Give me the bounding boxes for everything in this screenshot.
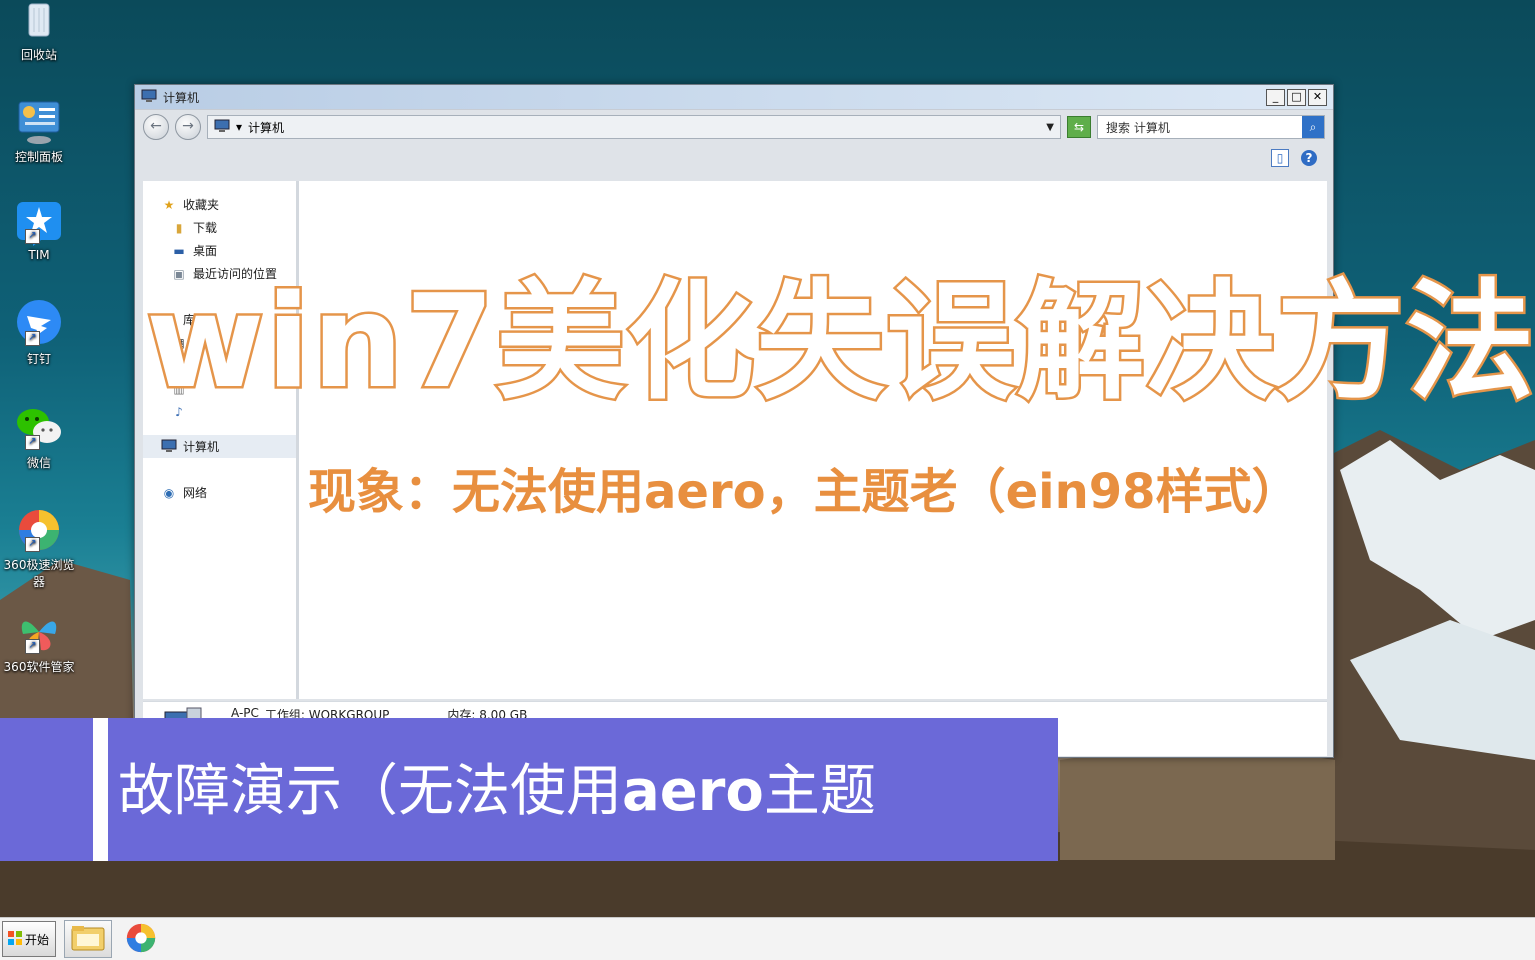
computer-icon xyxy=(214,119,230,136)
window-titlebar[interactable]: 计算机 _ □ ✕ xyxy=(135,85,1333,110)
breadcrumb-chevron-icon[interactable]: ▾ xyxy=(236,120,242,134)
downloads-folder-icon: ▮ xyxy=(175,220,183,235)
forward-arrow-icon: → xyxy=(182,118,194,134)
banner-accent-bar xyxy=(93,718,108,861)
maximize-button[interactable]: □ xyxy=(1287,88,1306,106)
minimize-button[interactable]: _ xyxy=(1266,88,1285,106)
forward-button[interactable]: → xyxy=(175,114,201,140)
desktop-icon-360-browser[interactable]: ↗ 360极速浏览器 xyxy=(2,506,76,590)
refresh-icon: ⇆ xyxy=(1073,120,1085,134)
control-panel-icon xyxy=(15,98,63,146)
desktop-icon-label: 钉钉 xyxy=(26,352,51,366)
shortcut-arrow-icon: ↗ xyxy=(25,639,40,654)
taskbar-360-browser[interactable] xyxy=(120,921,162,957)
window-content: ★ 收藏夹 ▮ 下载 ▬ 桌面 ▣ 最近访问的位置 ▤ 库 ▦ ▧ ▥ ♪ 计算… xyxy=(143,181,1327,699)
windows-logo-icon xyxy=(7,930,23,949)
banner-text-part: 故障演示（无法使用 xyxy=(118,759,622,824)
shortcut-arrow-icon: ↗ xyxy=(25,331,40,346)
nav-item-favorites[interactable]: ★ 收藏夹 xyxy=(143,193,296,216)
file-list-pane[interactable] xyxy=(299,181,1327,699)
help-icon[interactable]: ? xyxy=(1301,150,1317,166)
desktop-icon-label: TIM xyxy=(28,248,50,262)
breadcrumb[interactable]: 计算机 xyxy=(248,119,284,136)
dingtalk-icon: ↗ xyxy=(15,300,63,348)
nav-item-downloads[interactable]: ▮ 下载 xyxy=(143,216,296,239)
desktop-icon-label: 控制面板 xyxy=(14,150,63,164)
desktop-icon-control-panel[interactable]: 控制面板 xyxy=(2,98,76,165)
desktop-icon-label: 微信 xyxy=(26,456,51,470)
shortcut-arrow-icon: ↗ xyxy=(25,435,40,450)
window-title: 计算机 xyxy=(163,90,200,105)
nav-item-computer[interactable]: 计算机 xyxy=(143,435,296,458)
desktop-icon-360-software-manager[interactable]: ↗ 360软件管家 xyxy=(2,608,76,675)
start-button[interactable]: 开始 xyxy=(2,921,57,957)
360-browser-icon: ↗ xyxy=(15,506,63,554)
360-software-manager-icon: ↗ xyxy=(15,608,63,656)
desktop-icon-label: 360极速浏览器 xyxy=(3,558,75,589)
overlay-subtitle: 现象：无法使用aero，主题老（ein98样式） xyxy=(307,463,1302,522)
folder-icon xyxy=(71,924,105,955)
tim-icon: ↗ xyxy=(15,198,63,246)
shortcut-arrow-icon: ↗ xyxy=(25,537,40,552)
banner-text: 故障演示（无法使用aero主题 xyxy=(118,762,876,822)
command-bar: ▯ ? xyxy=(135,144,1333,172)
nav-label: 桌面 xyxy=(193,244,218,258)
address-dropdown-icon[interactable]: ▼ xyxy=(1046,122,1054,133)
nav-label: 网络 xyxy=(183,486,208,500)
taskbar: 开始 xyxy=(0,917,1535,960)
refresh-button[interactable]: ⇆ xyxy=(1067,116,1091,138)
back-arrow-icon: ← xyxy=(150,118,162,134)
nav-item-desktop[interactable]: ▬ 桌面 xyxy=(143,239,296,262)
desktop-icon: ▬ xyxy=(173,243,185,258)
360-browser-icon xyxy=(124,921,158,958)
computer-icon xyxy=(141,89,157,106)
nav-label: 计算机 xyxy=(183,440,220,454)
back-button[interactable]: ← xyxy=(143,114,169,140)
desktop-icon-wechat[interactable]: ↗ 微信 xyxy=(2,404,76,471)
address-field[interactable]: ▾ 计算机 ▼ xyxy=(207,115,1061,139)
shortcut-arrow-icon: ↗ xyxy=(25,229,40,244)
computer-icon xyxy=(161,439,177,455)
wechat-icon: ↗ xyxy=(15,404,63,452)
desktop-icon-label: 回收站 xyxy=(20,48,57,62)
explorer-window[interactable]: 计算机 _ □ ✕ ← → ▾ 计算机 ▼ ⇆ 搜索 计算机 ⌕ ▯ ? ★ 收… xyxy=(134,84,1334,758)
taskbar-explorer[interactable] xyxy=(64,920,113,958)
banner-text-part: 主题 xyxy=(763,759,876,824)
desktop-icon-recycle-bin[interactable]: 回收站 xyxy=(2,0,76,63)
preview-pane-icon[interactable]: ▯ xyxy=(1271,149,1289,167)
recycle-bin-icon xyxy=(15,0,63,44)
desktop-icon-tim[interactable]: ↗ TIM xyxy=(2,198,76,262)
nav-item-network[interactable]: ◉ 网络 xyxy=(143,481,296,504)
search-input[interactable]: 搜索 计算机 ⌕ xyxy=(1097,115,1325,139)
star-icon: ★ xyxy=(163,197,175,212)
search-placeholder: 搜索 计算机 xyxy=(1106,120,1170,135)
close-button[interactable]: ✕ xyxy=(1308,88,1327,106)
nav-label: 收藏夹 xyxy=(183,198,220,212)
address-bar-row: ← → ▾ 计算机 ▼ ⇆ 搜索 计算机 ⌕ xyxy=(135,110,1333,144)
network-icon: ◉ xyxy=(163,485,175,500)
desktop-icon-dingtalk[interactable]: ↗ 钉钉 xyxy=(2,300,76,367)
search-icon[interactable]: ⌕ xyxy=(1302,116,1324,138)
overlay-title: win7美化失误解决方法 xyxy=(143,266,1535,420)
navigation-pane[interactable]: ★ 收藏夹 ▮ 下载 ▬ 桌面 ▣ 最近访问的位置 ▤ 库 ▦ ▧ ▥ ♪ 计算… xyxy=(143,181,299,699)
caption-banner: 故障演示（无法使用aero主题 xyxy=(0,718,1058,861)
desktop-icon-label: 360软件管家 xyxy=(3,660,75,674)
start-label: 开始 xyxy=(25,932,50,947)
nav-label: 下载 xyxy=(193,221,218,235)
banner-text-bold: aero xyxy=(622,759,764,824)
